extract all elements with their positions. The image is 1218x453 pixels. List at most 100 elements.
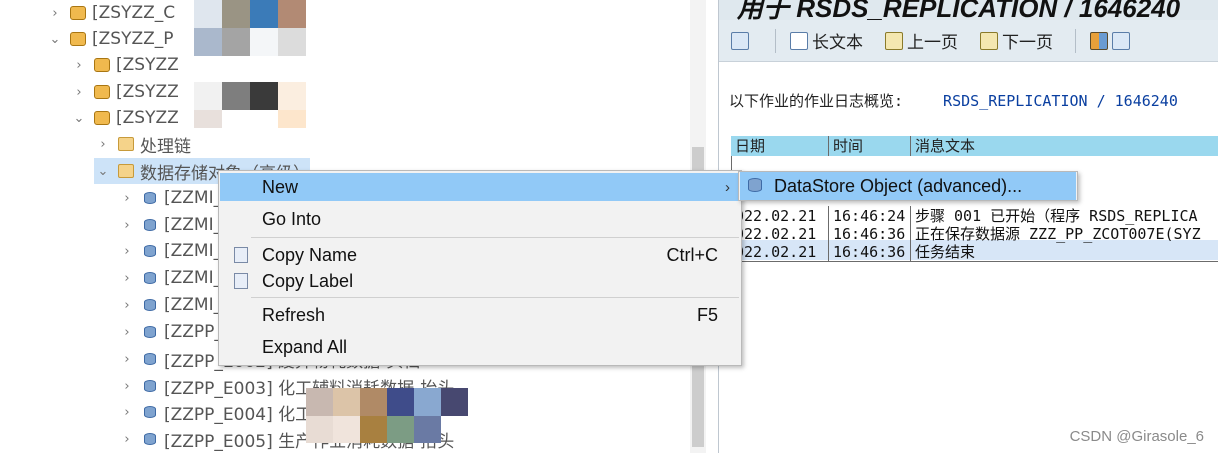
chevron-right-icon: › [725, 178, 730, 196]
log-row[interactable]: 022.02.21 16:46:24 步骤 001 已开始（程序 RSDS_REPL… [731, 206, 1218, 226]
previous-page-button[interactable]: 上一页 [885, 28, 958, 53]
page-up-icon [885, 31, 903, 50]
datastore-icon [144, 245, 156, 257]
chevron-right-icon[interactable]: › [118, 432, 136, 447]
export-icon [1112, 31, 1130, 50]
tree-node[interactable]: ⌄ [ZSYZZ_P [46, 26, 174, 52]
column-header-time[interactable]: 时间 [829, 136, 911, 156]
grid-icon [1090, 31, 1108, 50]
package-icon [94, 58, 110, 72]
log-row[interactable]: 022.02.21 16:46:36 任务结束 [731, 242, 1218, 262]
sap-toolbar: 长文本 上一页 下一页 [719, 20, 1218, 62]
log-message-cell: 正在保存数据源 ZZZ_PP_ZCOT007E(SYZ [915, 225, 1201, 243]
chevron-right-icon[interactable]: › [118, 325, 136, 340]
overview-label: 以下作业的作业日志概览: [729, 92, 904, 110]
long-text-button[interactable]: 长文本 [790, 28, 863, 53]
sap-job-log-panel: 用于 RSDS_REPLICATION / 1646240 长文本 上一页 下一… [718, 0, 1218, 453]
tree-node[interactable]: › [ZZMI_ [118, 212, 222, 238]
chevron-right-icon[interactable]: › [118, 191, 136, 206]
log-date-cell: 022.02.21 [731, 224, 829, 244]
tree-node[interactable]: › [ZSYZZ [70, 52, 178, 78]
datastore-icon [144, 433, 156, 445]
copy-icon [234, 273, 248, 289]
chevron-right-icon[interactable]: › [118, 405, 136, 420]
chevron-right-icon[interactable]: › [46, 6, 64, 21]
tree-node[interactable]: › [ZZMI_ [118, 185, 222, 211]
tree-node[interactable]: ⌄ [ZSYZZ [70, 105, 179, 131]
menu-item-shortcut: Ctrl+C [666, 244, 718, 265]
chevron-right-icon[interactable]: › [118, 244, 136, 259]
log-time-cell: 16:46:24 [829, 206, 911, 226]
chevron-down-icon[interactable]: ⌄ [46, 32, 64, 47]
folder-icon [118, 137, 134, 151]
chevron-right-icon[interactable]: › [118, 298, 136, 313]
menu-item-go-into[interactable]: Go Into [220, 205, 740, 233]
chevron-right-icon[interactable]: › [70, 85, 88, 100]
chevron-right-icon[interactable]: › [118, 218, 136, 233]
datastore-icon [144, 299, 156, 311]
tree-node-label: [ZZMI_ [164, 295, 223, 315]
chevron-right-icon[interactable]: › [118, 271, 136, 286]
toolbar-separator [775, 28, 776, 53]
log-message-cell: 任务结束 [915, 243, 976, 261]
tree-node[interactable]: › [ZZPP_E004] 化工 [118, 399, 312, 425]
page-down-icon [980, 31, 998, 50]
tree-node[interactable]: › [ZSYZZ_C [46, 0, 175, 26]
tree-node-label: 处理链 [140, 136, 191, 157]
menu-item-new[interactable]: New › [220, 173, 740, 201]
layout-button[interactable] [1090, 31, 1134, 50]
tree-node-label: [ZZMI_ [164, 268, 223, 288]
tree-node-label: [ZSYZZ [116, 108, 179, 128]
chevron-down-icon[interactable]: ⌄ [70, 111, 88, 126]
job-name: RSDS_REPLICATION / 1646240 [943, 92, 1178, 110]
column-header-message[interactable]: 消息文本 [911, 136, 1218, 156]
chevron-right-icon[interactable]: › [118, 352, 136, 367]
refresh-button[interactable] [731, 31, 753, 50]
tree-node-label: [ZSYZZ_P [92, 29, 174, 49]
menu-item-datastore-object-advanced[interactable]: DataStore Object (advanced)... [740, 172, 1076, 200]
previous-page-label: 上一页 [907, 33, 958, 53]
menu-separator [251, 237, 739, 238]
menu-item-label: New [262, 176, 299, 197]
chevron-right-icon[interactable]: › [94, 137, 112, 152]
tree-node-label: [ZZPP_E004] 化工 [164, 404, 313, 425]
log-row[interactable]: 022.02.21 16:46:36 正在保存数据源 ZZZ_PP_ZCOT007E… [731, 224, 1218, 244]
datastore-icon [144, 192, 156, 204]
tree-node[interactable]: › [ZZMI_ [118, 238, 222, 264]
log-time-cell: 16:46:36 [829, 242, 911, 262]
tree-node[interactable]: › [ZZMI_ [118, 265, 222, 291]
package-icon [94, 85, 110, 99]
menu-item-refresh[interactable]: Refresh F5 [220, 301, 740, 329]
package-icon [70, 32, 86, 46]
menu-item-label: Go Into [262, 208, 322, 229]
menu-item-label: DataStore Object (advanced)... [774, 175, 1023, 196]
tree-node[interactable]: › [ZSYZZ [70, 79, 178, 105]
toolbar-separator [1075, 28, 1076, 53]
document-icon [790, 31, 808, 50]
menu-item-label: Copy Label [262, 270, 354, 291]
tree-node[interactable]: › 处理链 [94, 131, 191, 157]
menu-item-expand-all[interactable]: Expand All [220, 333, 740, 361]
tree-node[interactable]: › [ZZMI_ [118, 292, 222, 318]
long-text-label: 长文本 [812, 33, 863, 53]
menu-separator [251, 297, 739, 298]
package-icon [70, 6, 86, 20]
menu-item-copy-label[interactable]: Copy Label [220, 267, 740, 295]
menu-item-shortcut: F5 [696, 304, 718, 325]
chevron-down-icon[interactable]: ⌄ [94, 164, 112, 179]
column-header-date[interactable]: 日期 [731, 136, 829, 156]
menu-item-copy-name[interactable]: Copy Name Ctrl+C [220, 241, 740, 269]
next-page-label: 下一页 [1002, 33, 1053, 53]
refresh-icon [731, 31, 749, 50]
datastore-icon [144, 219, 156, 231]
tree-node-label: [ZZMI_ [164, 188, 223, 208]
menu-item-label: Copy Name [262, 244, 358, 265]
datastore-icon [144, 406, 156, 418]
next-page-button[interactable]: 下一页 [980, 28, 1053, 53]
chevron-right-icon[interactable]: › [70, 58, 88, 73]
chevron-right-icon[interactable]: › [118, 379, 136, 394]
sap-title: 用于 RSDS_REPLICATION / 1646240 [737, 0, 1181, 20]
watermark: CSDN @Girasole_6 [1069, 428, 1204, 445]
context-menu: New › Go Into Copy Name Ctrl+C Copy Labe… [218, 170, 742, 366]
tree-node[interactable]: › [ZZPP_ [118, 319, 223, 345]
